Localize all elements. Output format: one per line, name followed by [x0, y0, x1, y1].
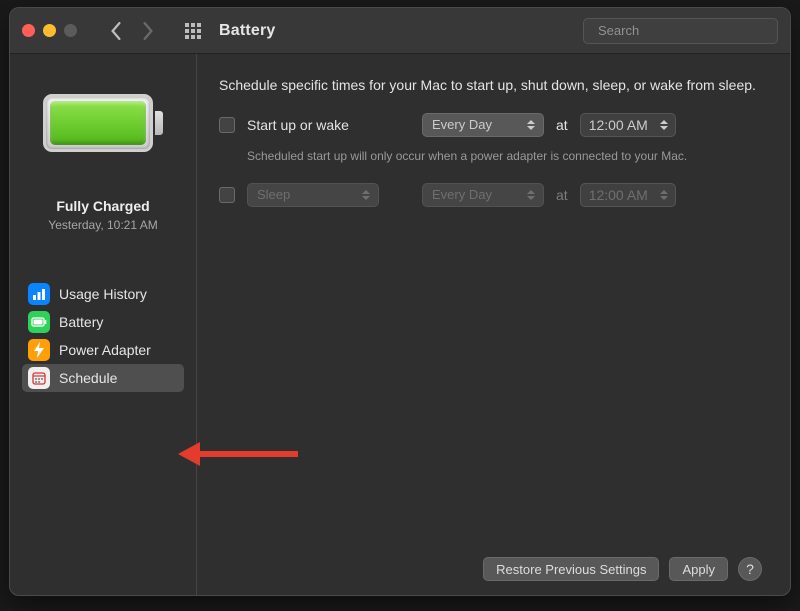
at-label: at	[556, 117, 568, 133]
chevron-updown-icon	[523, 186, 539, 204]
grid-icon[interactable]	[185, 23, 201, 39]
back-icon[interactable]	[109, 22, 123, 40]
calendar-icon	[28, 367, 50, 389]
select-value: Every Day	[432, 187, 492, 202]
help-button[interactable]: ?	[738, 557, 762, 581]
battery-status: Fully Charged	[56, 198, 149, 214]
page-title: Battery	[219, 22, 276, 40]
sidebar-label: Battery	[59, 314, 103, 330]
minimize-button[interactable]	[43, 24, 56, 37]
forward-icon[interactable]	[141, 22, 155, 40]
sidebar-item-usage-history[interactable]: Usage History	[22, 280, 184, 308]
startup-row: Start up or wake Every Day at 12:00 AM	[219, 113, 762, 137]
startup-checkbox[interactable]	[219, 117, 235, 133]
battery-graphic	[43, 94, 163, 152]
nav-arrows	[109, 22, 155, 40]
sidebar-item-battery[interactable]: Battery	[22, 308, 184, 336]
sidebar-item-power-adapter[interactable]: Power Adapter	[22, 336, 184, 364]
sleep-row: Sleep Every Day at 12:00 AM	[219, 183, 762, 207]
search-input[interactable]	[598, 23, 774, 38]
bolt-icon	[28, 339, 50, 361]
startup-note: Scheduled start up will only occur when …	[247, 149, 762, 163]
preferences-window: Battery Fully Charged Yesterday, 10:21 A…	[9, 7, 791, 596]
bar-chart-icon	[28, 283, 50, 305]
footer: Restore Previous Settings Apply ?	[219, 557, 762, 581]
select-value: Sleep	[257, 187, 290, 202]
startup-frequency-select[interactable]: Every Day	[422, 113, 544, 137]
zoom-button[interactable]	[64, 24, 77, 37]
stepper-icon	[656, 186, 672, 204]
sleep-action-select[interactable]: Sleep	[247, 183, 379, 207]
startup-label: Start up or wake	[247, 117, 410, 133]
select-value: Every Day	[432, 117, 492, 132]
time-value: 12:00 AM	[589, 187, 648, 203]
chevron-updown-icon	[358, 186, 374, 204]
sleep-checkbox[interactable]	[219, 187, 235, 203]
sleep-frequency-select[interactable]: Every Day	[422, 183, 544, 207]
main-panel: Schedule specific times for your Mac to …	[197, 54, 790, 595]
time-value: 12:00 AM	[589, 117, 648, 133]
sidebar-label: Usage History	[59, 286, 147, 302]
annotation-arrow	[178, 442, 298, 466]
sidebar-label: Power Adapter	[59, 342, 151, 358]
sidebar-label: Schedule	[59, 370, 117, 386]
at-label: at	[556, 187, 568, 203]
window-controls	[22, 24, 77, 37]
schedule-description: Schedule specific times for your Mac to …	[219, 76, 762, 95]
search-field[interactable]	[583, 18, 778, 44]
battery-status-time: Yesterday, 10:21 AM	[48, 218, 157, 232]
close-button[interactable]	[22, 24, 35, 37]
titlebar: Battery	[10, 8, 790, 54]
stepper-icon	[656, 116, 672, 134]
restore-button[interactable]: Restore Previous Settings	[483, 557, 659, 581]
battery-icon	[28, 311, 50, 333]
sleep-time-field[interactable]: 12:00 AM	[580, 183, 676, 207]
sidebar-item-schedule[interactable]: Schedule	[22, 364, 184, 392]
startup-time-field[interactable]: 12:00 AM	[580, 113, 676, 137]
apply-button[interactable]: Apply	[669, 557, 728, 581]
sidebar: Fully Charged Yesterday, 10:21 AM Usage …	[10, 54, 197, 595]
chevron-updown-icon	[523, 116, 539, 134]
